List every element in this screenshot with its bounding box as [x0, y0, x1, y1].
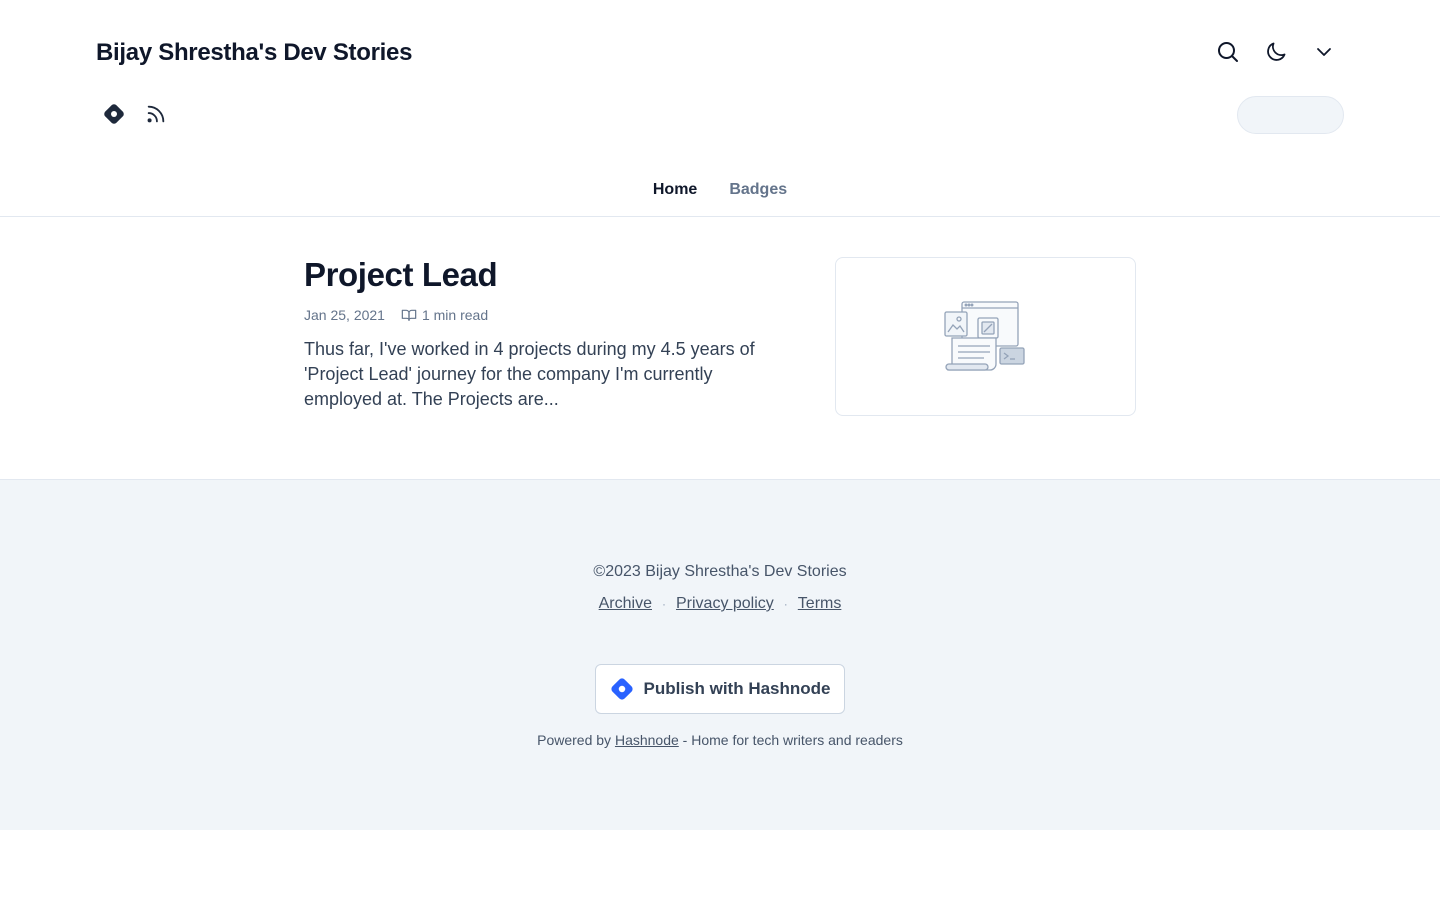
- theme-toggle-button[interactable]: [1252, 28, 1300, 76]
- site-footer: ©2023 Bijay Shrestha's Dev Stories Archi…: [0, 479, 1440, 830]
- separator-dot: ·: [783, 597, 788, 611]
- post-card: Project Lead Jan 25, 2021 1 min read Thu…: [304, 257, 1136, 416]
- chevron-down-icon: [1317, 48, 1331, 56]
- hashnode-profile-link[interactable]: [96, 96, 132, 132]
- site-header: Bijay Shrestha's Dev Stories Home Badges: [0, 0, 1440, 217]
- hashnode-icon: [104, 104, 124, 124]
- social-links: [96, 96, 174, 132]
- copyright-text: ©2023 Bijay Shrestha's Dev Stories: [593, 563, 847, 580]
- post-date: Jan 25, 2021: [304, 307, 385, 323]
- post-excerpt[interactable]: Thus far, I've worked in 4 projects duri…: [304, 337, 794, 412]
- menu-dropdown-button[interactable]: [1300, 28, 1348, 76]
- footer-links: Archive · Privacy policy · Terms: [0, 593, 1440, 615]
- powered-prefix: Powered by: [537, 732, 612, 748]
- post-title[interactable]: Project Lead: [304, 257, 794, 293]
- post-meta: Jan 25, 2021 1 min read: [304, 305, 794, 325]
- footer-link-privacy-policy[interactable]: Privacy policy: [676, 593, 774, 615]
- blog-title[interactable]: Bijay Shrestha's Dev Stories: [96, 36, 412, 70]
- post-cover-image[interactable]: [835, 257, 1136, 416]
- moon-icon: [1267, 42, 1286, 61]
- rss-feed-link[interactable]: [138, 96, 174, 132]
- footer-link-terms[interactable]: Terms: [798, 593, 842, 615]
- rss-icon: [147, 105, 165, 123]
- header-actions: [1204, 28, 1348, 76]
- read-time-label: 1 min read: [421, 307, 489, 323]
- publish-with-hashnode-button[interactable]: Publish with Hashnode: [595, 664, 845, 714]
- publish-button-label: Publish with Hashnode: [643, 679, 831, 698]
- separator-dot: ·: [661, 597, 666, 611]
- nav-item-badges[interactable]: Badges: [729, 168, 787, 216]
- loading-placeholder: [1237, 96, 1344, 134]
- nav-item-home[interactable]: Home: [653, 168, 697, 216]
- powered-by-text: Powered by Hashnode - Home for tech writ…: [0, 730, 1440, 750]
- main-nav: Home Badges: [0, 168, 1440, 216]
- post-text: Project Lead Jan 25, 2021 1 min read Thu…: [304, 257, 794, 412]
- book-open-icon: [401, 309, 417, 321]
- hashnode-link[interactable]: Hashnode: [615, 732, 679, 748]
- hashnode-logo-icon: [611, 678, 634, 700]
- cover-placeholder-illustration: [943, 300, 1025, 371]
- search-icon: [1218, 42, 1238, 62]
- powered-suffix: - Home for tech writers and readers: [682, 732, 903, 748]
- search-button[interactable]: [1204, 28, 1252, 76]
- post-read-time: 1 min read: [401, 305, 488, 325]
- footer-link-archive[interactable]: Archive: [599, 593, 652, 615]
